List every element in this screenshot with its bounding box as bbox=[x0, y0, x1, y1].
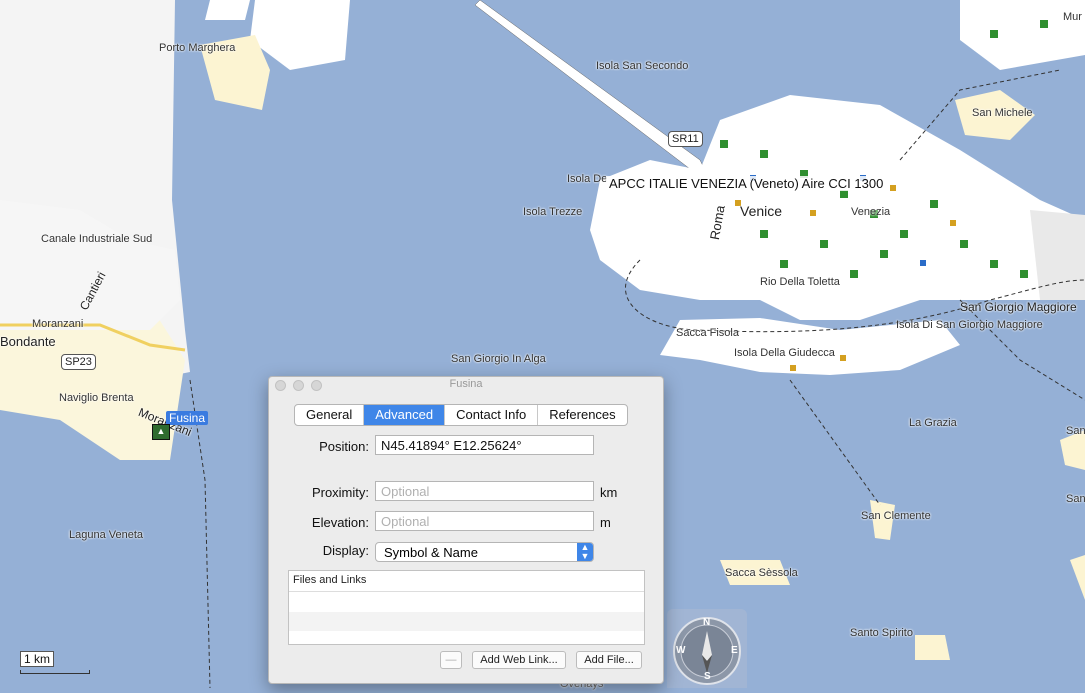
add-web-link-button[interactable]: Add Web Link... bbox=[472, 651, 566, 669]
dialog-titlebar[interactable]: Fusina bbox=[269, 377, 663, 392]
label-san-right-1: San bbox=[1066, 425, 1085, 437]
label-canale-industriale-sud: Canale Industriale Sud bbox=[41, 233, 153, 245]
proximity-field[interactable]: Optional bbox=[375, 481, 594, 501]
label-mur: Mur bbox=[1063, 11, 1082, 23]
tab-bar: General Advanced Contact Info References bbox=[294, 404, 628, 426]
compass-s: S bbox=[704, 671, 711, 682]
label-isola-di-san-giorgio-maggiore: Isola Di San Giorgio Maggiore bbox=[896, 319, 1043, 331]
scale-label: 1 km bbox=[20, 651, 55, 667]
select-arrows-icon[interactable]: ▲ ▼ bbox=[577, 543, 593, 561]
label-sacca-fisola: Sacca Fisola bbox=[676, 327, 739, 339]
shield-sr11: SR11 bbox=[668, 131, 703, 147]
label-la-grazia: La Grazia bbox=[909, 417, 957, 429]
elevation-label: Elevation: bbox=[311, 515, 369, 530]
tab-advanced[interactable]: Advanced bbox=[364, 405, 446, 425]
display-select[interactable]: Symbol & Name ▲ ▼ bbox=[375, 542, 594, 562]
label-venezia: Venezia bbox=[851, 206, 891, 218]
label-santo-spirito: Santo Spirito bbox=[850, 627, 913, 639]
label-san-right-2: San bbox=[1066, 493, 1085, 505]
compass-control[interactable]: N E S W bbox=[667, 609, 747, 688]
proximity-unit: km bbox=[600, 485, 618, 500]
label-isola-de: Isola De bbox=[567, 173, 608, 185]
scale-bar: 1 km bbox=[20, 650, 90, 674]
position-label: Position: bbox=[319, 439, 369, 454]
display-label: Display: bbox=[322, 543, 369, 558]
label-venice: Venice bbox=[740, 203, 783, 219]
label-bondante: Bondante bbox=[0, 334, 56, 349]
label-naviglio-brenta: Naviglio Brenta bbox=[59, 392, 134, 404]
label-rio-della-toletta: Rio Della Toletta bbox=[760, 276, 840, 288]
zoom-window-button[interactable] bbox=[311, 380, 322, 391]
compass-e: E bbox=[731, 645, 738, 656]
label-moranzani: Moranzani bbox=[32, 318, 84, 330]
compass-n: N bbox=[703, 617, 711, 628]
poi-tooltip: APCC ITALIE VENEZIA (Veneto) Aire CCI 13… bbox=[606, 176, 887, 191]
proximity-label: Proximity: bbox=[311, 485, 369, 500]
dialog-title: Fusina bbox=[449, 378, 483, 390]
elevation-field[interactable]: Optional bbox=[375, 511, 594, 531]
label-sacca-sessola: Sacca Sèssola bbox=[725, 567, 798, 579]
table-row[interactable] bbox=[289, 612, 644, 631]
close-window-button[interactable] bbox=[275, 380, 286, 391]
shield-sp23: SP23 bbox=[61, 354, 96, 370]
position-field[interactable]: N45.41894° E12.25624° bbox=[375, 435, 594, 455]
files-and-links-table[interactable]: Files and Links bbox=[288, 570, 645, 645]
scale-bar-line bbox=[20, 670, 90, 674]
label-isola-trezze: Isola Trezze bbox=[523, 206, 583, 218]
selected-waypoint-label[interactable]: Fusina bbox=[166, 411, 209, 425]
label-san-michele: San Michele bbox=[972, 107, 1033, 119]
label-san-giorgio-in-alga: San Giorgio In Alga bbox=[451, 353, 546, 365]
label-isola-della-giudecca: Isola Della Giudecca bbox=[734, 347, 835, 359]
tab-contact-info[interactable]: Contact Info bbox=[445, 405, 539, 425]
remove-link-button[interactable]: — bbox=[440, 651, 462, 669]
elevation-unit: m bbox=[600, 515, 611, 530]
label-isola-san-secondo: Isola San Secondo bbox=[596, 60, 689, 72]
minimize-window-button[interactable] bbox=[293, 380, 304, 391]
label-laguna-veneta: Laguna Veneta bbox=[69, 529, 144, 541]
tab-general[interactable]: General bbox=[295, 405, 365, 425]
label-san-giorgio-maggiore: San Giorgio Maggiore bbox=[960, 300, 1077, 314]
add-file-button[interactable]: Add File... bbox=[576, 651, 642, 669]
display-select-value: Symbol & Name bbox=[384, 545, 478, 560]
tab-references[interactable]: References bbox=[538, 405, 626, 425]
compass-w: W bbox=[676, 645, 686, 656]
files-table-header: Files and Links bbox=[289, 571, 644, 592]
label-san-clemente: San Clemente bbox=[861, 510, 931, 522]
label-porto-marghera: Porto Marghera bbox=[159, 42, 236, 54]
waypoint-flag-icon[interactable]: ▲ bbox=[152, 424, 170, 440]
waypoint-properties-dialog: Fusina General Advanced Contact Info Ref… bbox=[268, 376, 664, 684]
